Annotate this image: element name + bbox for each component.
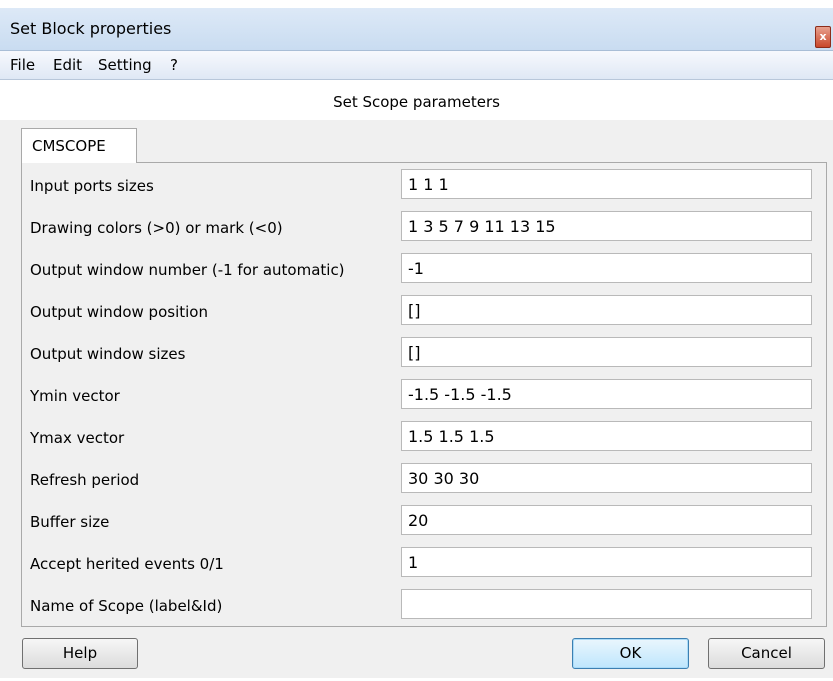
param-label: Output window sizes — [30, 345, 186, 363]
dialog-window: Set Block properties x File Edit Setting… — [0, 0, 833, 681]
ymin-vector-field[interactable] — [401, 379, 812, 409]
param-row: Ymax vector — [22, 415, 826, 457]
param-row: Refresh period — [22, 457, 826, 499]
menu-setting[interactable]: Setting — [98, 56, 152, 74]
output-window-sizes-field[interactable] — [401, 337, 812, 367]
ymax-vector-field[interactable] — [401, 421, 812, 451]
param-label: Output window number (-1 for automatic) — [30, 261, 345, 279]
close-icon[interactable]: x — [815, 26, 831, 48]
param-row: Input ports sizes — [22, 163, 826, 205]
scope-name-field[interactable] — [401, 589, 812, 619]
refresh-period-field[interactable] — [401, 463, 812, 493]
param-label: Drawing colors (>0) or mark (<0) — [30, 219, 283, 237]
menu-file[interactable]: File — [10, 56, 35, 74]
param-label: Ymin vector — [30, 387, 120, 405]
output-window-number-field[interactable] — [401, 253, 812, 283]
param-label: Ymax vector — [30, 429, 125, 447]
param-row: Output window position — [22, 289, 826, 331]
param-label: Output window position — [30, 303, 208, 321]
param-row: Buffer size — [22, 499, 826, 541]
param-row: Name of Scope (label&Id) — [22, 583, 826, 625]
param-label: Name of Scope (label&Id) — [30, 597, 223, 615]
accept-herited-events-field[interactable] — [401, 547, 812, 577]
window-title: Set Block properties — [10, 19, 172, 38]
param-row: Drawing colors (>0) or mark (<0) — [22, 205, 826, 247]
params-panel: Input ports sizes Drawing colors (>0) or… — [21, 162, 827, 627]
title-bar[interactable]: Set Block properties x — [0, 8, 833, 51]
ok-button[interactable]: OK — [572, 638, 689, 669]
menu-edit[interactable]: Edit — [53, 56, 82, 74]
param-row: Output window number (-1 for automatic) — [22, 247, 826, 289]
menu-bar: File Edit Setting ? — [0, 51, 833, 80]
tab-cmscope[interactable]: CMSCOPE — [21, 128, 137, 163]
drawing-colors-field[interactable] — [401, 211, 812, 241]
cancel-button[interactable]: Cancel — [708, 638, 825, 669]
input-ports-sizes-field[interactable] — [401, 169, 812, 199]
param-label: Refresh period — [30, 471, 140, 489]
param-row: Accept herited events 0/1 — [22, 541, 826, 583]
top-edge — [0, 0, 833, 8]
param-label: Buffer size — [30, 513, 110, 531]
menu-help[interactable]: ? — [170, 56, 178, 74]
buffer-size-field[interactable] — [401, 505, 812, 535]
param-row: Output window sizes — [22, 331, 826, 373]
param-label: Accept herited events 0/1 — [30, 555, 224, 573]
param-row: Ymin vector — [22, 373, 826, 415]
tab-label: CMSCOPE — [32, 137, 106, 155]
page-title: Set Scope parameters — [333, 93, 500, 111]
param-label: Input ports sizes — [30, 177, 154, 195]
help-button[interactable]: Help — [22, 638, 138, 669]
output-window-position-field[interactable] — [401, 295, 812, 325]
